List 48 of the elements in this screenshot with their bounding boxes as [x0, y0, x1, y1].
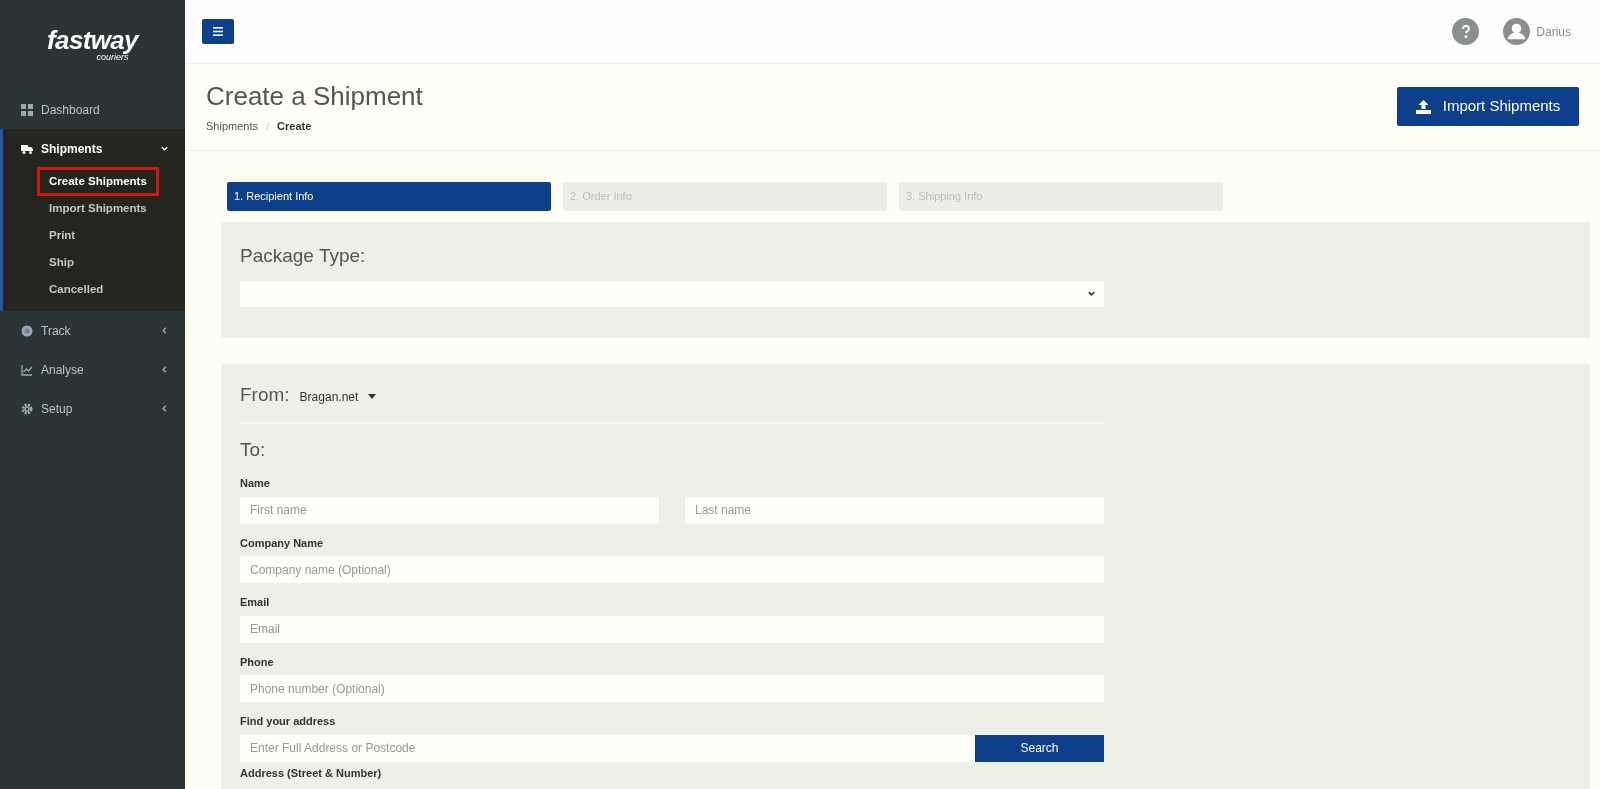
sidebar-item[interactable]: Analyse: [0, 350, 185, 389]
menu-button[interactable]: [202, 19, 234, 44]
chart-icon: [21, 363, 33, 376]
help-icon: [1460, 25, 1471, 38]
chevron-left-icon: [160, 326, 169, 335]
wizard-step-tab[interactable]: 1. Recipient Info: [227, 182, 551, 211]
submenu-item[interactable]: Create Shipments: [37, 166, 159, 197]
field-label: Find your address: [240, 714, 337, 729]
chevron-left-icon: [160, 365, 169, 374]
search-button[interactable]: Search: [975, 734, 1104, 762]
field-label: Company Name: [240, 535, 325, 551]
input-field[interactable]: Enter Full Address or Postcode: [240, 734, 975, 762]
logo-tagline: couriers: [96, 52, 129, 62]
user-avatar-icon[interactable]: [1503, 18, 1531, 45]
input-field[interactable]: Email: [240, 615, 1104, 643]
gear-icon: [21, 402, 33, 415]
breadcrumb-separator: /: [266, 119, 270, 134]
sidebar-item[interactable]: Setup: [0, 389, 185, 428]
upload-icon: [1415, 99, 1431, 114]
input-field[interactable]: Company name (Optional): [240, 556, 1104, 583]
truck-icon: [21, 142, 33, 155]
chevron-down-icon: [1087, 289, 1096, 298]
chevron-down-icon: [160, 144, 169, 153]
section-heading: Package Type:: [240, 244, 367, 268]
sidebar-item[interactable]: Dashboard: [0, 90, 185, 129]
menu-icon: [213, 27, 223, 36]
section-heading: From:: [240, 383, 290, 407]
section-heading: To:: [240, 437, 267, 462]
breadcrumb-item: Create: [277, 119, 312, 134]
field-label: Address (Street & Number): [240, 766, 383, 780]
logo-wordmark: fastway: [47, 26, 138, 53]
input-field[interactable]: Last name: [685, 496, 1104, 524]
field-label: Email: [240, 595, 271, 610]
page-title: Create a Shipment: [206, 81, 423, 111]
sidebar-item[interactable]: Shipments: [3, 129, 185, 168]
sidebar-item[interactable]: Track: [0, 311, 185, 350]
help-button[interactable]: [1452, 18, 1480, 45]
target-icon: [21, 324, 33, 337]
sender-dropdown[interactable]: Bragan.net: [299, 387, 377, 406]
input-field[interactable]: Phone number (Optional): [240, 675, 1104, 702]
grid-icon: [21, 103, 33, 116]
breadcrumb-item[interactable]: Shipments: [206, 118, 258, 135]
caret-icon: [368, 394, 377, 400]
field-label: Phone: [240, 654, 275, 670]
import-shipments-button[interactable]: Import Shipments: [1397, 87, 1579, 126]
chevron-left-icon: [160, 404, 169, 413]
field-label: Name: [240, 476, 271, 491]
input-field[interactable]: First name: [240, 496, 659, 524]
